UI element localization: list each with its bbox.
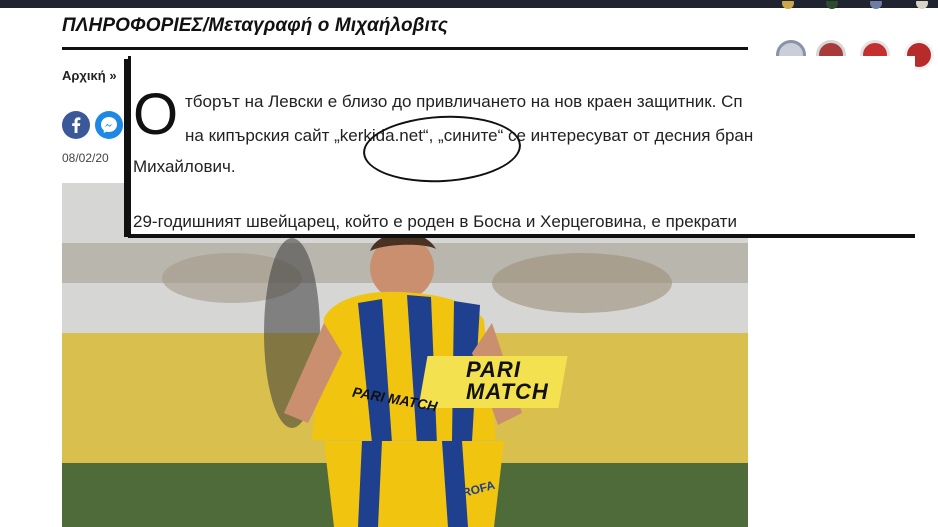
facebook-share-button[interactable]: [62, 111, 90, 139]
publish-date: 08/02/20: [62, 151, 109, 165]
title-divider: [62, 47, 748, 50]
facebook-icon: [72, 117, 81, 133]
breadcrumb-home-link[interactable]: Αρχική: [62, 68, 106, 83]
messenger-icon: [101, 117, 117, 133]
team-icons-row: [772, 0, 938, 12]
highlighted-text-callout: О тборът на Левски е близо до привличане…: [128, 56, 915, 234]
article-title: ΠΛΗΡΟΦΟΡΙΕΣ/Μεταγραφή ο Μιχαήλοβιτς: [62, 15, 449, 36]
highlight-circle: [361, 111, 523, 187]
messenger-share-button[interactable]: [95, 111, 123, 139]
breadcrumb-separator: »: [109, 68, 117, 83]
sponsor-logo: PARI MATCH: [466, 357, 549, 404]
article-text-line: Михайлович.: [133, 157, 236, 176]
article-text-line: 29-годишният швейцарец, който е роден в …: [133, 212, 737, 231]
article-photo: PARI MATCH PARI MATCH PROFA: [62, 183, 748, 527]
drop-cap: О: [133, 82, 179, 147]
article-text-line: тборът на Левски е близо до привличането…: [185, 92, 743, 111]
breadcrumb: Αρχική »: [62, 68, 117, 83]
